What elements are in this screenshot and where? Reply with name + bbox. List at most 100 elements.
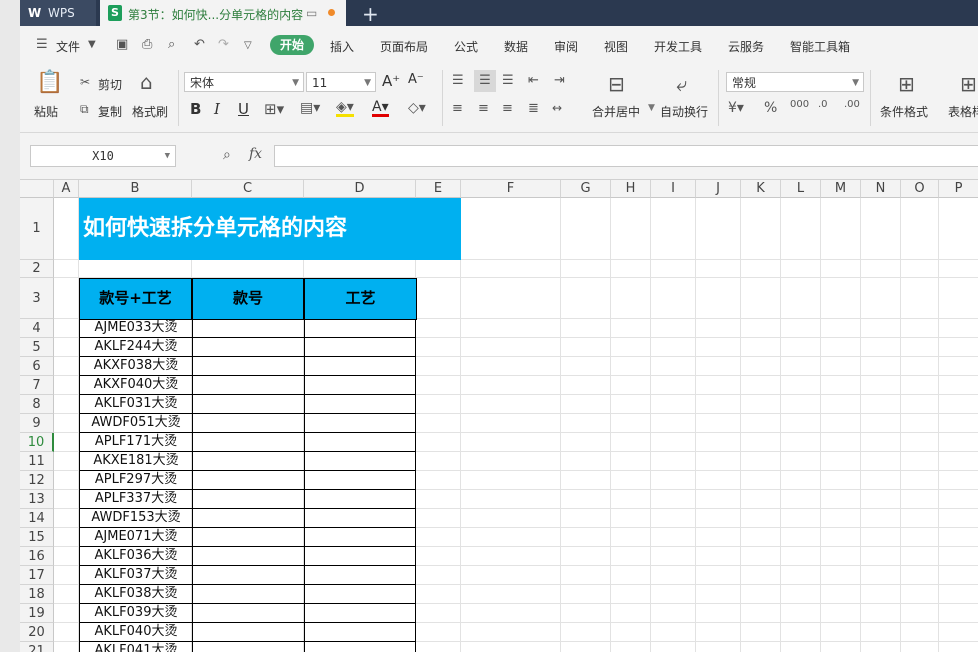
increase-indent-icon[interactable]: ⇥ <box>554 73 565 88</box>
new-tab-button[interactable]: + <box>362 2 379 26</box>
row-header[interactable]: 21 <box>20 642 54 652</box>
sheet-title-cell[interactable]: 如何快速拆分单元格的内容 <box>79 198 461 260</box>
table-cell[interactable] <box>192 509 304 528</box>
table-cell[interactable]: AKLF039大烫 <box>79 604 192 623</box>
column-header-h[interactable]: H <box>611 180 651 198</box>
format-painter-button[interactable]: 格式刷 <box>132 103 168 120</box>
table-cell[interactable]: APLF171大烫 <box>79 433 192 452</box>
tab-cloud-service[interactable]: 云服务 <box>728 38 764 55</box>
tab-developer[interactable]: 开发工具 <box>654 38 702 55</box>
table-cell[interactable] <box>192 623 304 642</box>
customize-chevron-icon[interactable]: ▽ <box>244 40 252 51</box>
table-cell[interactable] <box>192 604 304 623</box>
row-header[interactable]: 3 <box>20 278 54 319</box>
table-cell[interactable] <box>304 376 416 395</box>
function-icon[interactable]: fx <box>249 146 262 162</box>
column-header-m[interactable]: M <box>821 180 861 198</box>
justify-icon[interactable]: ≣ <box>528 101 539 116</box>
zoom-formula-icon[interactable]: ⌕ <box>223 147 231 163</box>
table-cell[interactable] <box>304 357 416 376</box>
document-tab[interactable]: S 第3节：如何快...分单元格的内容 ▭ <box>100 0 346 26</box>
wps-home-tab[interactable]: W WPS <box>20 0 96 26</box>
conditional-format-button[interactable]: 条件格式 <box>880 103 928 120</box>
conditional-format-icon[interactable]: ⊞ <box>898 72 915 96</box>
font-color-icon[interactable]: A▾ <box>372 100 389 117</box>
clear-format-icon[interactable]: ◇▾ <box>408 100 426 116</box>
column-header-f[interactable]: F <box>461 180 561 198</box>
font-name-select[interactable]: 宋体 ▼ <box>184 72 304 92</box>
table-cell[interactable] <box>304 528 416 547</box>
decrease-decimal-icon[interactable]: .00 <box>844 99 860 110</box>
thousands-icon[interactable]: 000 <box>790 99 809 110</box>
increase-decimal-icon[interactable]: .0 <box>818 99 828 110</box>
paste-button[interactable]: 粘贴 <box>34 103 58 120</box>
table-cell[interactable] <box>192 338 304 357</box>
row-header[interactable]: 20 <box>20 623 54 642</box>
table-cell[interactable]: AWDF051大烫 <box>79 414 192 433</box>
table-cell[interactable]: AKLF037大烫 <box>79 566 192 585</box>
table-cell[interactable] <box>192 585 304 604</box>
format-painter-icon[interactable]: ⌂ <box>140 70 153 94</box>
column-header-e[interactable]: E <box>416 180 461 198</box>
name-box[interactable]: X10 ▼ <box>30 145 176 167</box>
table-cell[interactable] <box>304 509 416 528</box>
table-style-button[interactable]: 表格样 <box>948 103 978 120</box>
column-header-i[interactable]: I <box>651 180 696 198</box>
column-header-k[interactable]: K <box>741 180 781 198</box>
file-menu[interactable]: 文件 <box>56 38 80 55</box>
italic-icon[interactable]: I <box>214 100 220 118</box>
undo-icon[interactable]: ↶ <box>194 37 205 52</box>
column-header-o[interactable]: O <box>901 180 939 198</box>
align-right-icon[interactable]: ≡ <box>502 101 513 116</box>
column-header-b[interactable]: B <box>79 180 192 198</box>
tab-page-layout[interactable]: 页面布局 <box>380 38 428 55</box>
tab-start[interactable]: 开始 <box>270 35 314 55</box>
bold-icon[interactable]: B <box>190 100 201 118</box>
row-header[interactable]: 1 <box>20 198 54 260</box>
table-cell[interactable] <box>304 623 416 642</box>
row-header[interactable]: 19 <box>20 604 54 623</box>
tab-review[interactable]: 审阅 <box>554 38 578 55</box>
decrease-indent-icon[interactable]: ⇤ <box>528 73 539 88</box>
table-cell[interactable] <box>304 585 416 604</box>
row-header[interactable]: 17 <box>20 566 54 585</box>
row-header[interactable]: 2 <box>20 260 54 278</box>
row-header[interactable]: 4 <box>20 319 54 338</box>
chevron-down-icon[interactable]: ▼ <box>88 39 96 50</box>
wrap-text-button[interactable]: 自动换行 <box>660 103 708 120</box>
currency-icon[interactable]: ¥▾ <box>728 100 744 116</box>
chevron-down-icon[interactable]: ▼ <box>648 103 655 113</box>
save-icon[interactable]: ▣ <box>116 37 128 52</box>
font-size-select[interactable]: 11 ▼ <box>306 72 376 92</box>
borders-icon[interactable]: ⊞▾ <box>264 100 284 118</box>
row-header[interactable]: 7 <box>20 376 54 395</box>
table-cell[interactable] <box>304 547 416 566</box>
print-icon[interactable]: ⎙ <box>142 37 152 52</box>
table-header-cell[interactable]: 款号+工艺 <box>79 278 192 320</box>
column-header-g[interactable]: G <box>561 180 611 198</box>
table-cell[interactable] <box>192 566 304 585</box>
table-cell[interactable] <box>304 395 416 414</box>
percent-icon[interactable]: % <box>764 100 777 116</box>
tab-view[interactable]: 视图 <box>604 38 628 55</box>
row-header[interactable]: 13 <box>20 490 54 509</box>
merge-center-icon[interactable]: ⊟ <box>608 72 625 96</box>
merge-center-button[interactable]: 合并居中 <box>592 103 640 120</box>
column-header-j[interactable]: J <box>696 180 741 198</box>
table-cell[interactable]: AKLF036大烫 <box>79 547 192 566</box>
align-left-icon[interactable]: ≡ <box>452 101 463 116</box>
row-header[interactable]: 11 <box>20 452 54 471</box>
align-bottom-icon[interactable]: ☰ <box>502 73 514 88</box>
row-header[interactable]: 10 <box>20 433 54 452</box>
table-cell[interactable] <box>192 376 304 395</box>
row-header[interactable]: 16 <box>20 547 54 566</box>
table-cell[interactable]: AJME071大烫 <box>79 528 192 547</box>
table-cell[interactable]: APLF337大烫 <box>79 490 192 509</box>
table-cell[interactable]: AKXE181大烫 <box>79 452 192 471</box>
table-cell[interactable] <box>192 547 304 566</box>
table-cell[interactable] <box>192 357 304 376</box>
table-cell[interactable]: AKLF040大烫 <box>79 623 192 642</box>
spreadsheet-grid[interactable]: A B C D E F G H I J K L M N O P 1 2 3 4 5 6 7 8 9 10 11 12 13 14 15 16 1… <box>20 180 978 652</box>
table-cell[interactable]: APLF297大烫 <box>79 471 192 490</box>
table-cell[interactable]: AKXF038大烫 <box>79 357 192 376</box>
